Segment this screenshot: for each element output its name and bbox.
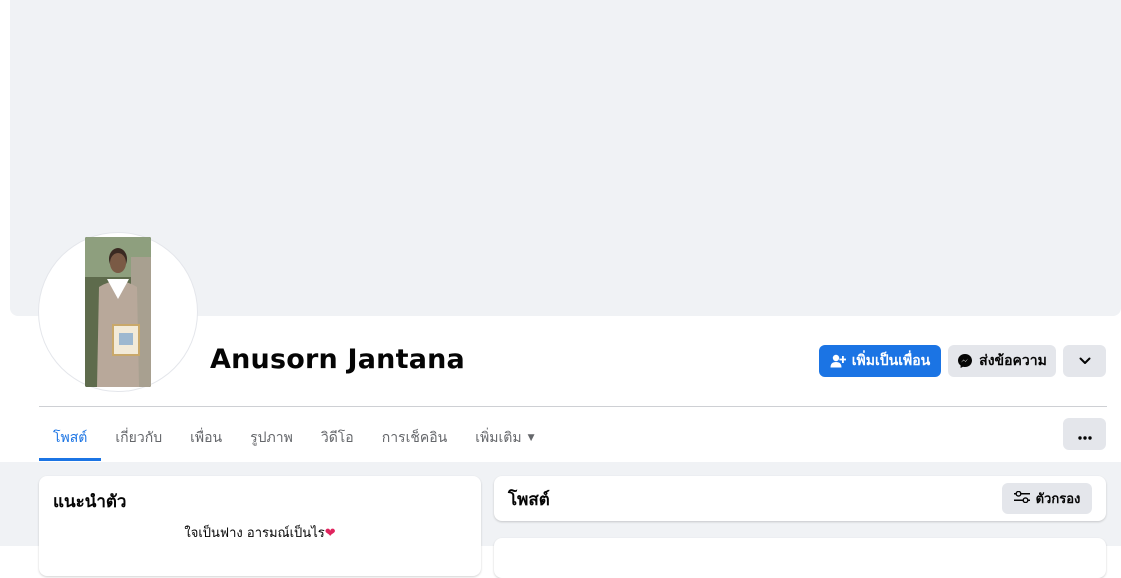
chevron-down-icon <box>1079 357 1091 365</box>
next-post-card <box>494 538 1106 578</box>
profile-name: Anusorn Jantana <box>210 344 465 375</box>
profile-avatar[interactable] <box>39 233 197 391</box>
caret-down-icon: ▼ <box>527 433 535 443</box>
profile-options-dropdown[interactable] <box>1063 345 1106 377</box>
tab-friends[interactable]: เพื่อน <box>176 415 236 461</box>
heart-icon: ❤ <box>324 526 336 541</box>
tab-videos[interactable]: วิดีโอ <box>307 415 368 461</box>
tab-checkins[interactable]: การเช็คอิน <box>368 415 462 461</box>
tab-photos-label: รูปภาพ <box>250 430 293 446</box>
tab-photos[interactable]: รูปภาพ <box>236 415 307 461</box>
message-label: ส่งข้อความ <box>979 353 1047 369</box>
tabs-more-options-button[interactable] <box>1063 418 1106 450</box>
filter-label: ตัวกรอง <box>1035 492 1081 507</box>
ellipsis-icon <box>1077 425 1092 444</box>
tab-posts-label: โพสต์ <box>53 430 88 446</box>
profile-photo <box>85 237 151 387</box>
tab-more-label: เพิ่มเติม <box>475 430 522 446</box>
sliders-icon <box>1013 490 1030 507</box>
message-button[interactable]: ส่งข้อความ <box>948 345 1056 377</box>
tab-videos-label: วิดีโอ <box>320 430 354 446</box>
tab-about[interactable]: เกี่ยวกับ <box>101 415 176 461</box>
tab-posts[interactable]: โพสต์ <box>39 415 102 461</box>
tab-friends-label: เพื่อน <box>190 430 223 446</box>
intro-card: แนะนำตัว ใจเป็นฟาง อารมณ์เป็นไร❤ <box>39 476 481 576</box>
tab-checkins-label: การเช็คอิน <box>381 430 448 446</box>
posts-header-card: โพสต์ ตัวกรอง <box>494 476 1106 521</box>
intro-bio: ใจเป็นฟาง อารมณ์เป็นไร❤ <box>39 522 481 543</box>
header-divider <box>39 406 1107 407</box>
profile-tabs: โพสต์ เกี่ยวกับ เพื่อน รูปภาพ วิดีโอ การ… <box>39 415 549 461</box>
add-friend-button[interactable]: เพิ่มเป็นเพื่อน <box>819 345 941 377</box>
person-plus-icon <box>830 354 846 368</box>
add-friend-label: เพิ่มเป็นเพื่อน <box>851 353 931 369</box>
messenger-icon <box>957 353 973 369</box>
tab-more[interactable]: เพิ่มเติม ▼ <box>461 415 548 461</box>
intro-title: แนะนำตัว <box>53 492 127 512</box>
filter-button[interactable]: ตัวกรอง <box>1002 483 1092 514</box>
profile-photo-image <box>85 237 151 387</box>
tab-about-label: เกี่ยวกับ <box>115 430 163 446</box>
intro-bio-text: ใจเป็นฟาง อารมณ์เป็นไร <box>184 526 325 541</box>
posts-title: โพสต์ <box>508 490 550 510</box>
